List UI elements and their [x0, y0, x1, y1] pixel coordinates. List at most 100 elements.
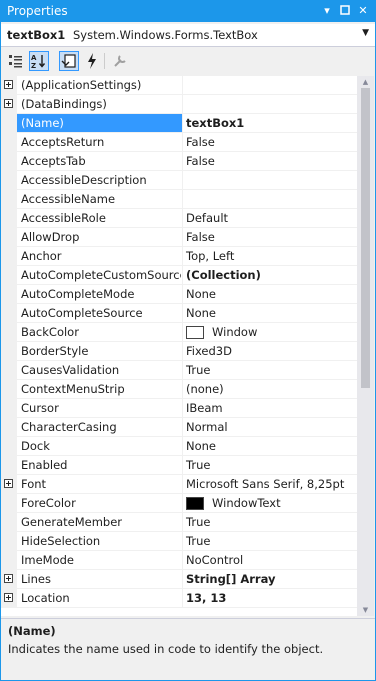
column-divider[interactable]: [182, 133, 183, 152]
scroll-down-icon[interactable]: ▼: [357, 604, 374, 616]
column-divider[interactable]: [182, 114, 183, 133]
column-divider[interactable]: [182, 399, 183, 418]
column-divider[interactable]: [182, 76, 183, 95]
property-row[interactable]: AccessibleRole Default: [1, 209, 357, 228]
property-value[interactable]: WindowText: [186, 496, 281, 510]
property-value[interactable]: Top, Left: [186, 249, 234, 263]
column-divider[interactable]: [182, 570, 183, 589]
column-divider[interactable]: [182, 513, 183, 532]
property-row[interactable]: AcceptsTab False: [1, 152, 357, 171]
column-divider[interactable]: [182, 456, 183, 475]
column-divider[interactable]: [182, 380, 183, 399]
property-row[interactable]: (ApplicationSettings): [1, 76, 357, 95]
property-row[interactable]: BorderStyle Fixed3D: [1, 342, 357, 361]
property-row[interactable]: Anchor Top, Left: [1, 247, 357, 266]
expand-icon[interactable]: [4, 479, 13, 488]
column-divider[interactable]: [182, 361, 183, 380]
vertical-scrollbar[interactable]: ▲ ▼: [357, 76, 374, 616]
property-row[interactable]: Location 13, 13: [1, 589, 357, 608]
property-value[interactable]: None: [186, 287, 216, 301]
property-row[interactable]: AutoCompleteSource None: [1, 304, 357, 323]
column-divider[interactable]: [182, 228, 183, 247]
property-value[interactable]: None: [186, 439, 216, 453]
column-divider[interactable]: [182, 532, 183, 551]
property-value[interactable]: Normal: [186, 420, 228, 434]
property-row[interactable]: AllowDrop False: [1, 228, 357, 247]
property-row[interactable]: Enabled True: [1, 456, 357, 475]
property-value[interactable]: textBox1: [186, 116, 244, 130]
alphabetical-icon[interactable]: A Z: [29, 51, 49, 71]
expand-icon[interactable]: [4, 99, 13, 108]
column-divider[interactable]: [182, 589, 183, 608]
column-divider[interactable]: [182, 418, 183, 437]
property-value[interactable]: (Collection): [186, 268, 261, 282]
property-row[interactable]: AccessibleName: [1, 190, 357, 209]
property-row[interactable]: BackColor Window: [1, 323, 357, 342]
property-row[interactable]: ForeColor WindowText: [1, 494, 357, 513]
expand-icon[interactable]: [4, 593, 13, 602]
auto-hide-icon[interactable]: [337, 3, 353, 19]
property-grid[interactable]: (ApplicationSettings) (DataBindings) (Name…: [1, 76, 357, 616]
property-value[interactable]: NoControl: [186, 553, 243, 567]
property-row[interactable]: Lines String[] Array: [1, 570, 357, 589]
property-row[interactable]: (Name) textBox1: [1, 114, 357, 133]
property-row[interactable]: Font Microsoft Sans Serif, 8,25pt: [1, 475, 357, 494]
property-value[interactable]: IBeam: [186, 401, 223, 415]
expand-icon[interactable]: [4, 80, 13, 89]
events-icon[interactable]: [82, 51, 102, 71]
property-row[interactable]: AcceptsReturn False: [1, 133, 357, 152]
property-value[interactable]: Fixed3D: [186, 344, 232, 358]
chevron-down-icon[interactable]: ▼: [362, 28, 369, 38]
column-divider[interactable]: [182, 209, 183, 228]
column-divider[interactable]: [182, 551, 183, 570]
property-row[interactable]: ImeMode NoControl: [1, 551, 357, 570]
property-value[interactable]: Microsoft Sans Serif, 8,25pt: [186, 477, 344, 491]
column-divider[interactable]: [182, 152, 183, 171]
property-value[interactable]: True: [186, 534, 210, 548]
column-divider[interactable]: [182, 266, 183, 285]
property-row[interactable]: HideSelection True: [1, 532, 357, 551]
property-row[interactable]: Cursor IBeam: [1, 399, 357, 418]
scroll-up-icon[interactable]: ▲: [357, 76, 374, 88]
property-value[interactable]: String[] Array: [186, 572, 275, 586]
property-value[interactable]: (none): [186, 382, 224, 396]
property-value[interactable]: 13, 13: [186, 591, 226, 605]
property-value[interactable]: Window: [186, 325, 257, 339]
title-bar[interactable]: Properties ▾ ✕: [1, 1, 375, 22]
property-row[interactable]: AccessibleDescription: [1, 171, 357, 190]
column-divider[interactable]: [182, 171, 183, 190]
object-selector[interactable]: textBox1 System.Windows.Forms.TextBox ▼: [1, 24, 375, 47]
column-divider[interactable]: [182, 304, 183, 323]
scroll-thumb[interactable]: [361, 88, 370, 388]
property-value[interactable]: False: [186, 230, 215, 244]
property-value[interactable]: False: [186, 135, 215, 149]
window-position-icon[interactable]: ▾: [319, 3, 335, 19]
property-row[interactable]: GenerateMember True: [1, 513, 357, 532]
column-divider[interactable]: [182, 323, 183, 342]
property-value[interactable]: True: [186, 363, 210, 377]
property-row[interactable]: (DataBindings): [1, 95, 357, 114]
column-divider[interactable]: [182, 475, 183, 494]
property-value[interactable]: False: [186, 154, 215, 168]
property-row[interactable]: ContextMenuStrip (none): [1, 380, 357, 399]
properties-icon[interactable]: [59, 51, 79, 71]
property-value[interactable]: True: [186, 458, 210, 472]
column-divider[interactable]: [182, 342, 183, 361]
property-value[interactable]: True: [186, 515, 210, 529]
column-divider[interactable]: [182, 95, 183, 114]
column-divider[interactable]: [182, 247, 183, 266]
property-row[interactable]: CharacterCasing Normal: [1, 418, 357, 437]
property-row[interactable]: AutoCompleteMode None: [1, 285, 357, 304]
categorized-icon[interactable]: [6, 51, 26, 71]
property-value[interactable]: None: [186, 306, 216, 320]
expand-icon[interactable]: [4, 574, 13, 583]
column-divider[interactable]: [182, 285, 183, 304]
property-row[interactable]: Dock None: [1, 437, 357, 456]
column-divider[interactable]: [182, 190, 183, 209]
column-divider[interactable]: [182, 437, 183, 456]
property-row[interactable]: CausesValidation True: [1, 361, 357, 380]
property-row[interactable]: AutoCompleteCustomSource (Collection): [1, 266, 357, 285]
property-value[interactable]: Default: [186, 211, 228, 225]
close-icon[interactable]: ✕: [355, 3, 371, 19]
column-divider[interactable]: [182, 494, 183, 513]
